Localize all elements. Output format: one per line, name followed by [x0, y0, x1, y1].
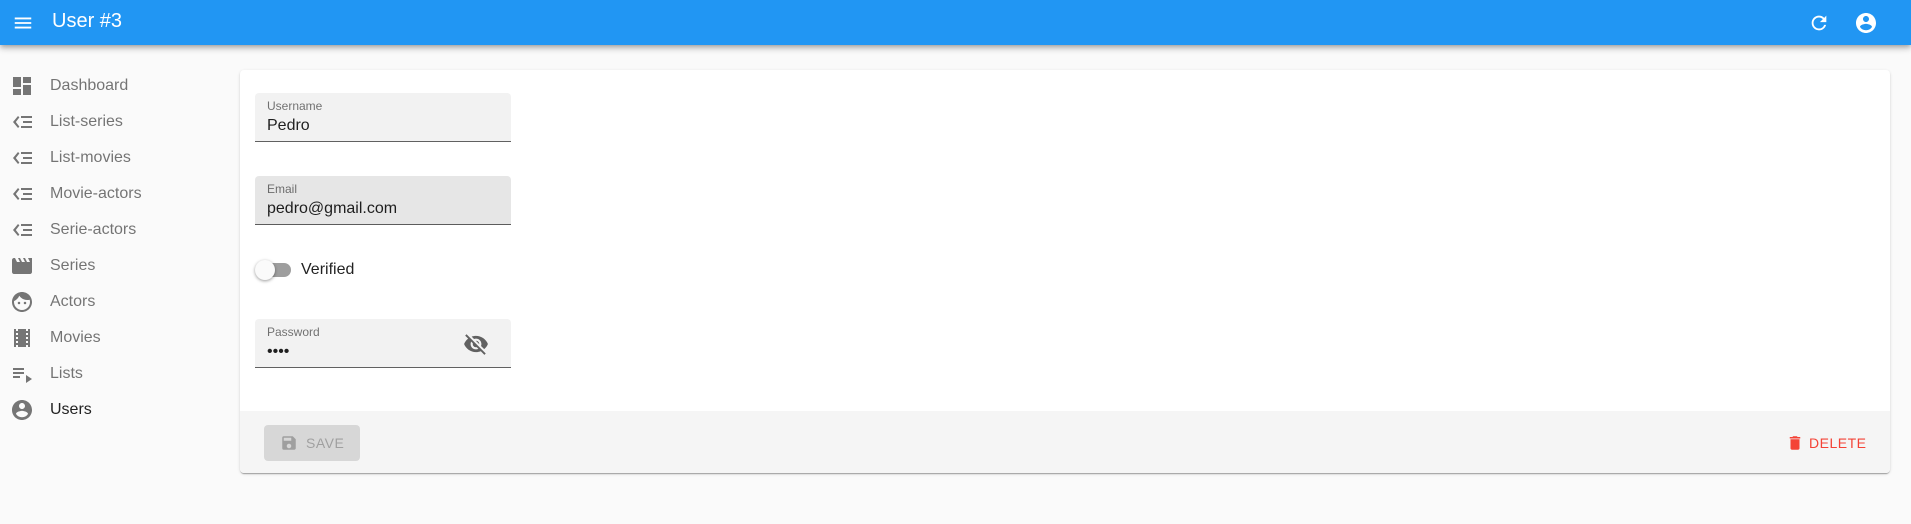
- list-icon: [13, 224, 32, 236]
- sidebar-item-label: Series: [50, 257, 96, 274]
- trash-icon: [1789, 436, 1801, 450]
- delete-button-label: DELETE: [1809, 435, 1867, 451]
- email-field[interactable]: Email pedro@gmail.com: [255, 176, 511, 225]
- save-button-label: SAVE: [306, 435, 345, 451]
- visibility-off-icon[interactable]: [463, 331, 489, 357]
- refresh-icon: [1811, 15, 1827, 31]
- sidebar-item-lists[interactable]: Lists: [0, 356, 230, 392]
- list-icon: [13, 116, 32, 128]
- save-icon: [282, 436, 296, 450]
- delete-button[interactable]: DELETE: [1780, 425, 1870, 461]
- sidebar-item-label: Lists: [50, 365, 83, 382]
- movie-clapper-icon: [12, 258, 32, 274]
- app-bar: User #3: [0, 0, 1911, 45]
- dashboard-icon: [13, 77, 31, 95]
- sidebar-item-label: Movies: [50, 329, 101, 346]
- menu-icon: [14, 17, 32, 29]
- sidebar-item-label: List-movies: [50, 149, 131, 166]
- sidebar-item-list-series[interactable]: List-series: [0, 104, 230, 140]
- email-value[interactable]: pedro@gmail.com: [267, 199, 397, 218]
- menu-button[interactable]: [10, 10, 36, 36]
- password-label: Password: [267, 325, 320, 339]
- page-title: User #3: [52, 10, 123, 32]
- form-toolbar: SAVE DELETE: [240, 411, 1890, 473]
- sidebar-item-serie-actors[interactable]: Serie-actors: [0, 212, 230, 248]
- sidebar-item-movie-actors[interactable]: Movie-actors: [0, 176, 230, 212]
- account-circle-icon: [12, 400, 32, 420]
- password-value[interactable]: ••••: [267, 342, 289, 361]
- sidebar-item-label: Movie-actors: [50, 185, 142, 202]
- list-icon: [13, 188, 32, 200]
- refresh-button[interactable]: [1805, 9, 1833, 37]
- sidebar-item-label: Serie-actors: [50, 221, 137, 238]
- username-label: Username: [267, 99, 323, 113]
- film-strip-icon: [14, 329, 30, 347]
- playlist-icon: [13, 368, 32, 383]
- switch-thumb[interactable]: [255, 260, 275, 280]
- list-icon: [13, 152, 32, 164]
- sidebar-item-dashboard[interactable]: Dashboard: [0, 68, 230, 104]
- face-icon: [12, 292, 32, 312]
- sidebar-item-actors[interactable]: Actors: [0, 284, 230, 320]
- sidebar-item-label: List-series: [50, 113, 123, 130]
- sidebar-item-label: Actors: [50, 293, 96, 310]
- password-field[interactable]: Password ••••: [255, 319, 511, 368]
- username-value[interactable]: Pedro: [267, 116, 310, 135]
- verified-label: Verified: [301, 261, 355, 278]
- user-edit-form: Username Pedro Email pedro@gmail.com Ver…: [240, 70, 1890, 473]
- sidebar-item-list-movies[interactable]: List-movies: [0, 140, 230, 176]
- email-label: Email: [267, 182, 298, 196]
- sidebar-item-label: Users: [50, 401, 92, 418]
- username-field[interactable]: Username Pedro: [255, 93, 511, 142]
- account-button[interactable]: [1852, 9, 1880, 37]
- sidebar-item-series[interactable]: Series: [0, 248, 230, 284]
- save-button[interactable]: SAVE: [264, 425, 360, 461]
- sidebar-item-label: Dashboard: [50, 77, 129, 94]
- sidebar-item-users[interactable]: Users: [0, 392, 230, 428]
- account-circle-icon: [1856, 13, 1876, 33]
- sidebar-item-movies[interactable]: Movies: [0, 320, 230, 356]
